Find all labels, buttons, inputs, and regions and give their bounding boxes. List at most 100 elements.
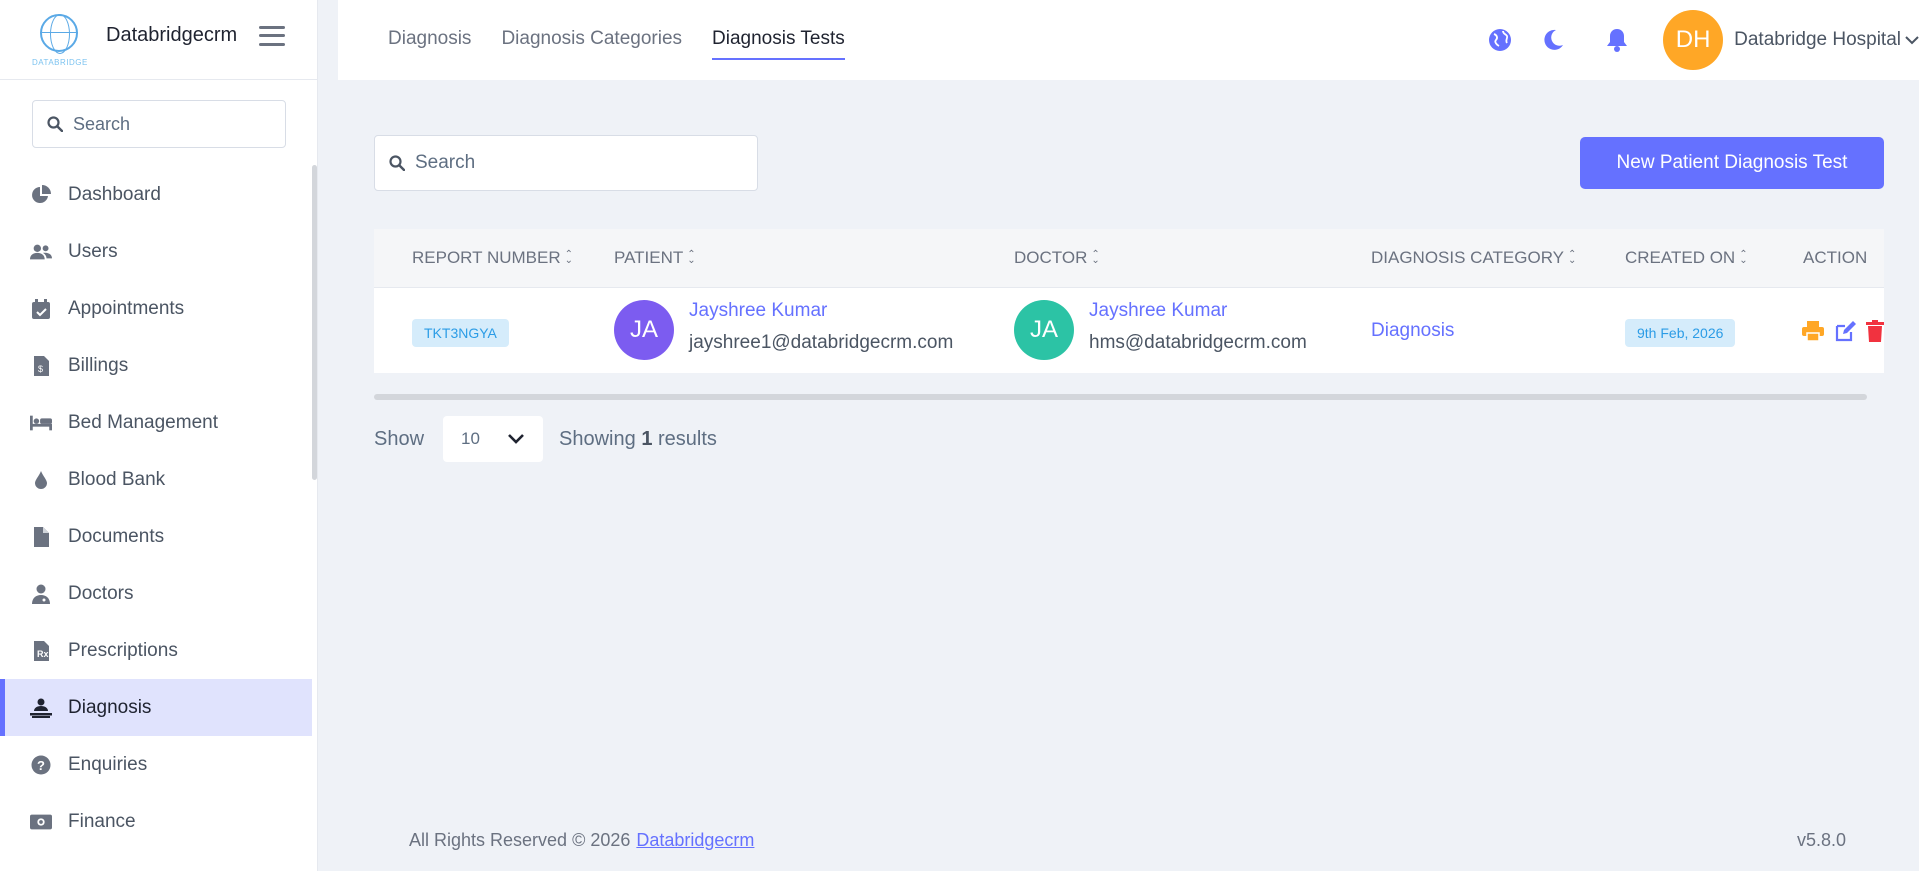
sort-icon: ⌃ ⌄ [687, 249, 696, 266]
tab-diagnosis-categories[interactable]: Diagnosis Categories [501, 0, 682, 60]
show-label: Show [374, 427, 425, 450]
doctor-name-link[interactable]: Jayshree Kumar [1089, 300, 1227, 322]
sidebar-item-users[interactable]: Users [0, 223, 317, 280]
moon-icon[interactable] [1539, 26, 1567, 54]
chevron-down-icon [508, 434, 524, 444]
sort-icon: ⌃ ⌄ [564, 249, 574, 266]
per-page-value: 10 [461, 429, 480, 448]
file-prescription-icon: Rx [30, 640, 52, 662]
sidebar: DATABRIDGE Databridgecrm Dashboard Users… [0, 0, 318, 871]
tint-icon [30, 469, 52, 491]
sidebar-item-label: Documents [68, 525, 165, 547]
sort-icon: ⌃ ⌄ [1739, 249, 1748, 266]
new-patient-diagnosis-test-button[interactable]: New Patient Diagnosis Test [1580, 137, 1884, 189]
column-doctor[interactable]: DOCTOR ⌃ ⌄ [1014, 229, 1100, 287]
sort-icon: ⌃ ⌄ [1091, 249, 1100, 266]
doctor-avatar: JA [1014, 300, 1074, 360]
print-icon[interactable] [1800, 318, 1826, 344]
per-page-select[interactable]: 10 [443, 416, 544, 462]
sidebar-item-label: Prescriptions [68, 639, 178, 661]
databridge-logo[interactable]: DATABRIDGE [30, 10, 90, 70]
menu-toggle-icon[interactable] [259, 25, 286, 46]
user-avatar[interactable]: DH [1663, 10, 1724, 70]
search-icon [389, 155, 405, 171]
footer-brand-link[interactable]: Databridgecrm [636, 830, 754, 850]
chevron-down-icon[interactable] [1905, 35, 1919, 45]
sidebar-item-billings[interactable]: $ Billings [0, 337, 317, 394]
diagnosis-category-link[interactable]: Diagnosis [1371, 320, 1454, 342]
calendar-check-icon [30, 298, 52, 320]
svg-text:$: $ [38, 364, 43, 374]
column-patient[interactable]: PATIENT ⌃ ⌄ [614, 229, 696, 287]
tab-bar: Diagnosis Diagnosis Categories Diagnosis… [388, 0, 845, 80]
table-header: REPORT NUMBER ⌃ ⌄ PATIENT ⌃ ⌄ DOCTOR ⌃ ⌄ DIAGN… [374, 229, 1884, 287]
created-on-badge: 9th Feb, 2026 [1625, 319, 1736, 347]
column-report-number[interactable]: REPORT NUMBER ⌃ ⌄ [412, 229, 573, 287]
header-actions: DH Databridge Hospital [1486, 0, 1919, 80]
sidebar-search-input[interactable] [73, 113, 263, 135]
top-bar: Diagnosis Diagnosis Categories Diagnosis… [338, 0, 1919, 80]
edit-icon[interactable] [1833, 318, 1859, 344]
sidebar-nav: Dashboard Users Appointments $ Billings … [0, 166, 317, 850]
bed-icon [30, 412, 52, 434]
doctor-email: hms@databridgecrm.com [1089, 332, 1307, 353]
sidebar-item-label: Enquiries [68, 753, 148, 775]
sidebar-item-prescriptions[interactable]: Rx Prescriptions [0, 622, 317, 679]
sidebar-item-diagnosis[interactable]: Diagnosis [0, 679, 312, 736]
table-search [374, 135, 758, 191]
sidebar-item-bed-management[interactable]: Bed Management [0, 394, 317, 451]
table-search-input[interactable] [415, 152, 735, 174]
sidebar-item-label: Blood Bank [68, 468, 166, 490]
results-count: Showing 1 results [559, 427, 717, 450]
pagination-controls: Show 10 Showing 1 results [374, 415, 717, 463]
users-icon [30, 241, 52, 263]
sidebar-item-documents[interactable]: Documents [0, 508, 317, 565]
sidebar-item-label: Dashboard [68, 183, 161, 205]
sidebar-item-label: Appointments [68, 297, 185, 319]
sidebar-item-doctors[interactable]: Doctors [0, 565, 317, 622]
brand: DATABRIDGE Databridgecrm [0, 0, 317, 80]
file-icon [30, 526, 52, 548]
sidebar-item-label: Billings [68, 354, 129, 376]
user-name[interactable]: Databridge Hospital [1734, 29, 1901, 51]
sidebar-item-label: Diagnosis [68, 696, 152, 718]
sidebar-item-enquiries[interactable]: ? Enquiries [0, 736, 317, 793]
table-row: TKT3NGYA JA Jayshree Kumar jayshree1@dat… [374, 287, 1884, 373]
sidebar-item-blood-bank[interactable]: Blood Bank [0, 451, 317, 508]
sidebar-scrollbar[interactable] [312, 165, 317, 480]
sidebar-item-label: Users [68, 240, 118, 262]
file-invoice-icon: $ [30, 355, 52, 377]
bell-icon[interactable] [1603, 26, 1631, 54]
column-action: ACTION [1803, 248, 1868, 267]
sidebar-item-label: Doctors [68, 582, 134, 604]
patient-avatar: JA [614, 300, 674, 360]
app-version: v5.8.0 [1797, 830, 1847, 850]
search-icon [47, 116, 63, 132]
sidebar-search [32, 100, 286, 148]
column-diagnosis-category[interactable]: DIAGNOSIS CATEGORY ⌃ ⌄ [1371, 229, 1576, 287]
tab-diagnosis-tests[interactable]: Diagnosis Tests [712, 0, 845, 60]
sidebar-item-label: Bed Management [68, 411, 218, 433]
diagnosis-tests-table: REPORT NUMBER ⌃ ⌄ PATIENT ⌃ ⌄ DOCTOR ⌃ ⌄ DIAGN… [374, 229, 1884, 373]
svg-text:Rx: Rx [37, 649, 49, 659]
copyright: All Rights Reserved © 2026 Databridgecrm [409, 830, 755, 850]
column-created-on[interactable]: CREATED ON ⌃ ⌄ [1625, 229, 1748, 287]
globe-icon[interactable] [1486, 26, 1514, 54]
chart-pie-icon [30, 184, 52, 206]
sidebar-item-finance[interactable]: Finance [0, 793, 317, 850]
question-circle-icon: ? [30, 754, 52, 776]
patient-email: jayshree1@databridgecrm.com [689, 332, 954, 353]
money-bill-icon [30, 811, 52, 833]
sidebar-item-appointments[interactable]: Appointments [0, 280, 317, 337]
diagnoses-icon [30, 697, 52, 719]
sidebar-item-dashboard[interactable]: Dashboard [0, 166, 317, 223]
delete-icon[interactable] [1866, 318, 1884, 344]
svg-text:?: ? [37, 758, 45, 773]
tab-diagnosis[interactable]: Diagnosis [388, 0, 471, 60]
brand-name: Databridgecrm [106, 24, 238, 46]
sort-icon: ⌃ ⌄ [1568, 249, 1577, 266]
report-number-badge: TKT3NGYA [412, 319, 509, 347]
user-doctor-icon [30, 583, 52, 605]
table-horizontal-scrollbar[interactable] [374, 394, 1867, 400]
patient-name-link[interactable]: Jayshree Kumar [689, 300, 827, 322]
